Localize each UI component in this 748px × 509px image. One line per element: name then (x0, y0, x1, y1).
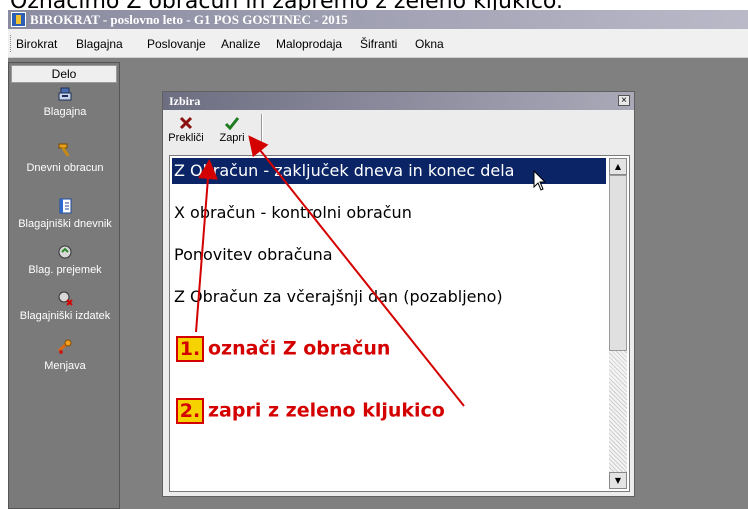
menu-okna[interactable]: Okna (415, 37, 444, 51)
izbira-dialog: Izbira × Prekliči Zapri Z Obračun - zakl… (162, 91, 635, 497)
green-check-icon (224, 117, 240, 131)
sidebar-item-blagajniski-dnevnik[interactable]: Blagajniški dnevnik (9, 197, 121, 231)
step2-callout: 2. zapri z zeleno kljukico (176, 396, 445, 424)
menu-sifranti[interactable]: Šifranti (360, 37, 397, 51)
step1-callout: 1. označi Z obračun (176, 334, 390, 362)
mouse-cursor-icon (533, 170, 547, 191)
sidebar-panel: Delo Blagajna Dnevni obracun Blagajniški… (8, 62, 120, 509)
list-scrollbar[interactable]: ▲ ▼ (609, 158, 627, 489)
step2-number: 2. (176, 397, 204, 424)
scroll-track[interactable] (609, 351, 627, 472)
receipt-icon (58, 245, 72, 259)
dialog-title: Izbira (163, 92, 634, 110)
cash-register-icon (58, 87, 72, 101)
journal-icon (59, 198, 72, 214)
scroll-down-button[interactable]: ▼ (609, 472, 627, 489)
expense-icon (58, 291, 73, 306)
close-confirm-button[interactable]: Zapri (213, 113, 251, 149)
option-x-obracun[interactable]: X obračun - kontrolni obračun (172, 200, 606, 226)
dialog-close-button[interactable]: × (618, 95, 630, 106)
sidebar-item-menjava[interactable]: Menjava (9, 339, 121, 373)
hammer-icon (58, 143, 70, 157)
sidebar-item-blag-prejemek[interactable]: Blag. prejemek (9, 243, 121, 277)
menu-maloprodaja[interactable]: Maloprodaja (276, 37, 342, 51)
sidebar-item-blagajniski-izdatek[interactable]: Blagajniški izdatek (9, 289, 121, 323)
scroll-thumb[interactable] (609, 175, 627, 351)
sidebar-item-blagajna[interactable]: Blagajna (9, 85, 121, 119)
option-list: Z Obračun - zaključek dneva in konec del… (169, 155, 630, 492)
step1-text: označi Z obračun (208, 337, 391, 360)
menu-birokrat[interactable]: Birokrat (16, 37, 57, 51)
option-z-obracun-vceraj[interactable]: Z Obračun za včerajšnji dan (pozabljeno) (172, 284, 606, 310)
toolbar-separator (261, 114, 263, 148)
sidebar-item-dnevni-obracun[interactable]: Dnevni obracun (9, 141, 121, 175)
menu-analize[interactable]: Analize (221, 37, 260, 51)
cancel-button[interactable]: Prekliči (167, 113, 205, 149)
exchange-icon (57, 339, 72, 354)
menu-poslovanje[interactable]: Poslovanje (147, 37, 206, 51)
step1-number: 1. (176, 335, 204, 362)
dialog-toolbar: Prekliči Zapri (163, 110, 634, 152)
step2-text: zapri z zeleno kljukico (208, 399, 445, 422)
red-x-icon (179, 116, 193, 130)
scroll-up-button[interactable]: ▲ (609, 158, 627, 175)
menu-blagajna[interactable]: Blagajna (76, 37, 123, 51)
window-title: BIROKRAT - poslovno leto - G1 POS GOSTIN… (30, 12, 348, 27)
menu-grip (10, 35, 12, 52)
menu-bar: Birokrat Blagajna Poslovanje Analize Mal… (8, 29, 748, 58)
app-titlebar: BIROKRAT - poslovno leto - G1 POS GOSTIN… (8, 10, 748, 29)
birokrat-app-icon (11, 12, 26, 27)
option-ponovitev[interactable]: Ponovitev obračuna (172, 242, 606, 268)
sidebar-header: Delo (11, 65, 117, 83)
